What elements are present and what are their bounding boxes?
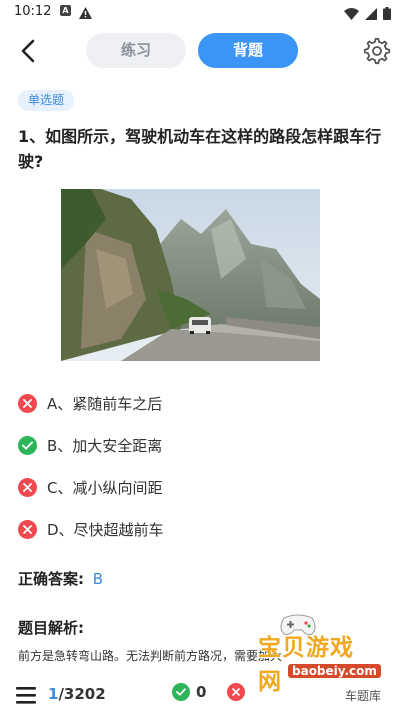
check-mark-icon [18,435,37,455]
option-a[interactable]: A、紧随前车之后 [18,382,388,424]
status-time: 10:12 [14,4,52,19]
mountain-road-photo [61,189,320,361]
correct-count: 0 [172,683,206,701]
analysis-text: 前方是急转弯山路。无法判断前方路况，需要加大 [18,649,283,663]
correct-answer-label: 正确答案: [18,570,84,588]
correct-answer-row: 正确答案: B [18,568,103,589]
warning-icon [79,4,92,23]
question-bank-label[interactable]: 车题库 [345,687,381,704]
check-circle-icon [172,683,190,701]
option-d[interactable]: D、尽快超越前车 [18,508,388,550]
settings-gear-icon [363,37,391,65]
option-c-label: C、减小纵向间距 [47,478,163,497]
header: 练习 背题 [0,30,405,72]
option-c[interactable]: C、减小纵向间距 [18,466,388,508]
question-counter: 1/3202 [48,685,106,703]
question-text: 1、如图所示，驾驶机动车在这样的路段怎样跟车行驶? [18,127,382,171]
menu-list-icon [16,687,36,704]
question-image [61,189,320,361]
options-list: A、紧随前车之后 B、加大安全距离 C、减小纵向间距 D、尽快超越前车 [18,382,388,550]
signal-icon [365,5,377,24]
notification-a-icon: A [60,5,71,16]
correct-count-value: 0 [196,683,207,701]
option-b[interactable]: B、加大安全距离 [18,424,388,466]
analysis-title: 题目解析: [18,619,84,637]
status-right-group [344,5,391,24]
battery-icon [383,5,391,24]
back-arrow-icon [21,39,35,63]
settings-button[interactable] [363,37,391,65]
tab-practice[interactable]: 练习 [86,33,186,68]
bottom-bar: 1/3202 0 车题库 [0,673,405,721]
back-button[interactable] [18,38,42,64]
wrong-mark-icon [18,393,37,413]
option-d-label: D、尽快超越前车 [47,520,164,539]
option-a-label: A、紧随前车之后 [47,394,163,413]
wrong-count [227,683,245,701]
gamepad-icon [280,614,316,635]
wifi-icon [344,5,359,24]
status-bar: 10:12 A [0,0,405,24]
close-circle-icon [227,683,245,701]
option-b-label: B、加大安全距离 [47,436,163,455]
question-list-button[interactable] [16,685,38,705]
total-questions: /3202 [58,685,106,703]
wrong-mark-icon [18,477,37,497]
question-type-badge: 单选题 [18,90,75,111]
current-question-number: 1 [48,685,59,703]
correct-answer-value: B [92,570,104,588]
tab-memorize[interactable]: 背题 [198,33,298,68]
wrong-mark-icon [18,519,37,539]
